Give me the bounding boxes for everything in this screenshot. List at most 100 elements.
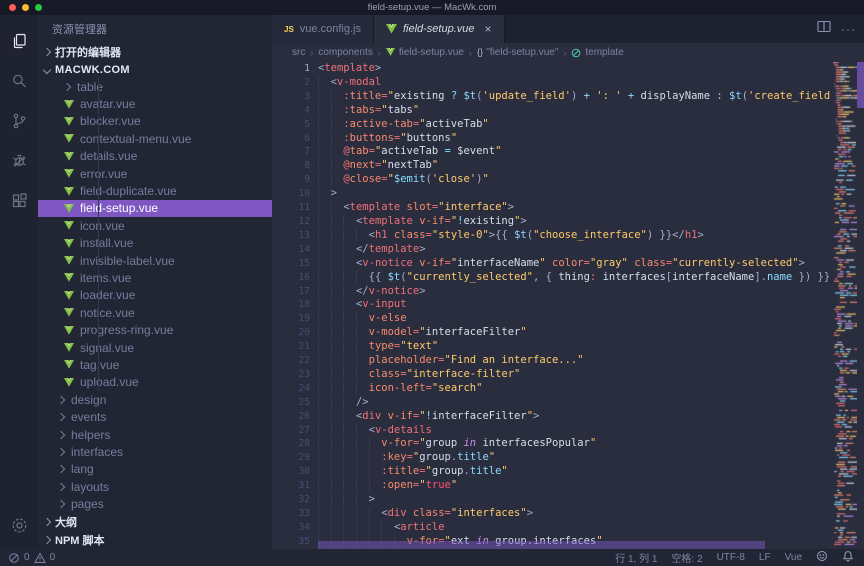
code-line[interactable]: 27 <v-details [272,424,833,438]
breadcrumb-item-src[interactable]: src [292,47,305,58]
code-line[interactable]: 22 placeholder="Find an interface..." [272,354,833,368]
code-line[interactable]: 32 > [272,493,833,507]
code-line[interactable]: 12 <template v-if="!existing"> [272,215,833,229]
code-editor[interactable]: 1<template>2 <v-modal3 :title="existing … [272,62,833,549]
tree-item-contextual-menu.vue[interactable]: contextual-menu.vue [38,130,272,147]
settings-gear-icon[interactable] [0,507,38,543]
code-line[interactable]: 6 :buttons="buttons" [272,132,833,146]
code-line[interactable]: 14 </template> [272,243,833,257]
tree-item-helpers[interactable]: helpers [38,426,272,443]
code-line[interactable]: 4 :tabs="tabs" [272,104,833,118]
tab-vue.config.js[interactable]: JSvue.config.js [272,15,374,43]
tree-item-layouts[interactable]: layouts [38,478,272,495]
code-line[interactable]: 9 @close="$emit('close')" [272,173,833,187]
breadcrumb-item-components[interactable]: ›components [305,47,372,58]
line-number: 7 [272,145,318,159]
workspace-root[interactable]: MACWK.COM [38,61,272,78]
tree-item-icon.vue[interactable]: icon.vue [38,217,272,234]
code-line[interactable]: 28 v-for="group in interfacesPopular" [272,437,833,451]
feedback-smiley-icon[interactable] [816,550,828,565]
code-line[interactable]: 16 {{ $t("currently_selected", { thing: … [272,271,833,285]
split-editor-icon[interactable] [817,20,831,38]
explorer-icon[interactable] [0,21,38,61]
code-line[interactable]: 21 type="text" [272,340,833,354]
tree-item-details.vue[interactable]: details.vue [38,148,272,165]
token: "style-0" [432,229,489,241]
code-line[interactable]: 5 :active-tab="activeTab" [272,118,833,132]
tree-item-progress-ring.vue[interactable]: progress-ring.vue [38,321,272,338]
tree-item-pages[interactable]: pages [38,495,272,512]
code-line[interactable]: 29 :key="group.title" [272,451,833,465]
tree-item-interfaces[interactable]: interfaces [38,443,272,460]
tree-item-blocker.vue[interactable]: blocker.vue [38,113,272,130]
code-line[interactable]: 17 </v-notice> [272,285,833,299]
problems-status[interactable]: 0 0 [8,552,55,564]
breadcrumb-item-field-setup.vue[interactable]: ›field-setup.vue [373,47,464,58]
code-line[interactable]: 24 icon-left="search" [272,382,833,396]
tab-field-setup.vue[interactable]: field-setup.vue× [374,15,505,43]
scrollbar-slider[interactable] [857,62,864,108]
tree-item-field-duplicate.vue[interactable]: field-duplicate.vue [38,182,272,199]
token: v-if [419,257,444,269]
vertical-scrollbar[interactable] [857,62,864,549]
code-line[interactable]: 18 <v-input [272,298,833,312]
tree-item-lang[interactable]: lang [38,461,272,478]
status-item-1[interactable]: 空格: 2 [671,550,702,565]
breadcrumb-item-template[interactable]: ›template [558,47,623,58]
tree-item-error.vue[interactable]: error.vue [38,165,272,182]
token: h1 [685,229,698,241]
tree-item-notice.vue[interactable]: notice.vue [38,304,272,321]
code-line[interactable]: 7 @tab="activeTab = $event" [272,145,833,159]
code-line[interactable]: 33 <div class="interfaces"> [272,507,833,521]
code-line[interactable]: 11 <template slot="interface"> [272,201,833,215]
code-line[interactable]: 2 <v-modal [272,76,833,90]
code-line[interactable]: 30 :title="group.title" [272,465,833,479]
status-item-4[interactable]: Vue [785,552,802,563]
status-item-2[interactable]: UTF-8 [717,552,745,563]
tree-item-avatar.vue[interactable]: avatar.vue [38,95,272,112]
code-line[interactable]: 19 v-else [272,312,833,326]
tree-item-loader.vue[interactable]: loader.vue [38,287,272,304]
minimap[interactable] [833,62,857,549]
horizontal-scrollbar[interactable] [318,541,765,549]
open-editors-section[interactable]: 打开的编辑器 [38,43,272,61]
code-line[interactable]: 13 <h1 class="style-0">{{ $t("choose_int… [272,229,833,243]
code-line[interactable]: 26 <div v-if="!interfaceFilter"> [272,410,833,424]
status-item-3[interactable]: LF [759,552,771,563]
tree-item-install.vue[interactable]: install.vue [38,235,272,252]
breadcrumb-item-field-setup.vue[interactable]: ›{}"field-setup.vue" [464,47,559,58]
tree-item-tag.vue[interactable]: tag.vue [38,356,272,373]
code-line[interactable]: 3 :title="existing ? $t('update_field') … [272,90,833,104]
code-line[interactable]: 20 v-model="interfaceFilter" [272,326,833,340]
indent-guide [356,382,369,394]
search-icon[interactable] [0,61,38,101]
code-line[interactable]: 34 <article [272,521,833,535]
tree-item-upload.vue[interactable]: upload.vue [38,374,272,391]
code-line[interactable]: 8 @next="nextTab" [272,159,833,173]
code-line[interactable]: 31 :open="true" [272,479,833,493]
more-actions-icon[interactable]: ··· [841,22,856,36]
indent-guide [356,465,369,477]
chevron-separator-icon: › [469,48,472,58]
code-line[interactable]: 15 <v-notice v-if="interfaceName" color=… [272,257,833,271]
vue-file-icon [64,256,74,265]
code-line[interactable]: 25 /> [272,396,833,410]
tree-item-signal.vue[interactable]: signal.vue [38,339,272,356]
code-line[interactable]: 10 > [272,187,833,201]
npm-scripts-section[interactable]: NPM 脚本 [38,531,272,549]
status-item-0[interactable]: 行 1, 列 1 [615,550,657,565]
code-line[interactable]: 1<template> [272,62,833,76]
notifications-bell-icon[interactable] [842,550,854,565]
source-control-icon[interactable] [0,101,38,141]
tree-item-table[interactable]: table [38,78,272,95]
debug-icon[interactable] [0,141,38,181]
tree-item-field-setup.vue[interactable]: field-setup.vue [38,200,272,217]
code-line[interactable]: 23 class="interface-filter" [272,368,833,382]
outline-section[interactable]: 大纲 [38,513,272,531]
extensions-icon[interactable] [0,181,38,221]
tree-item-invisible-label.vue[interactable]: invisible-label.vue [38,252,272,269]
tree-item-design[interactable]: design [38,391,272,408]
close-icon[interactable]: × [485,24,492,34]
tree-item-events[interactable]: events [38,408,272,425]
tree-item-items.vue[interactable]: items.vue [38,269,272,286]
